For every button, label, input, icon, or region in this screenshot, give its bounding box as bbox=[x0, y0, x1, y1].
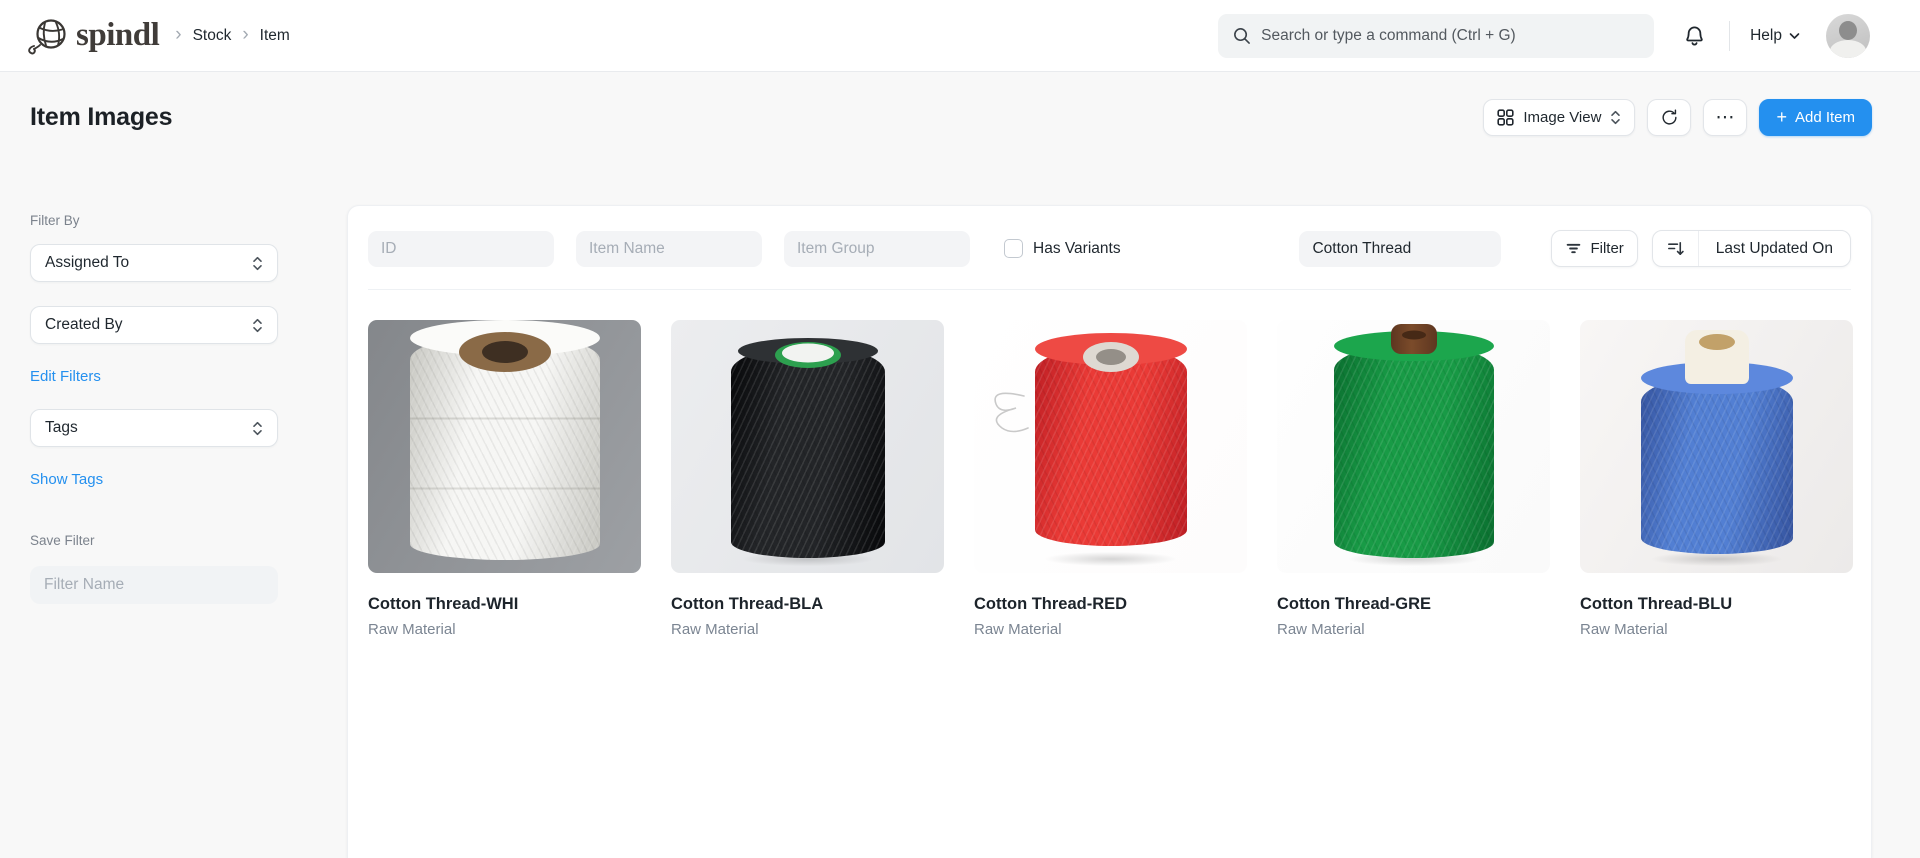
item-card[interactable]: Cotton Thread-GRE Raw Material bbox=[1277, 320, 1550, 638]
sort-by-label: Last Updated On bbox=[1716, 240, 1833, 258]
grid-view-icon bbox=[1497, 109, 1514, 126]
help-label: Help bbox=[1750, 27, 1782, 45]
navbar-divider bbox=[1729, 21, 1730, 51]
spool-core bbox=[459, 332, 551, 372]
filter-by-label: Filter By bbox=[30, 213, 278, 228]
view-switcher-button[interactable]: Image View bbox=[1483, 99, 1635, 136]
item-subtitle: Raw Material bbox=[368, 621, 641, 638]
tags-select[interactable]: Tags bbox=[30, 409, 278, 447]
add-item-label: Add Item bbox=[1795, 109, 1855, 126]
item-title: Cotton Thread-BLA bbox=[671, 595, 944, 614]
item-image bbox=[368, 320, 641, 573]
tags-label: Tags bbox=[45, 419, 78, 437]
item-subtitle: Raw Material bbox=[974, 621, 1247, 638]
add-item-button[interactable]: + Add Item bbox=[1759, 99, 1872, 136]
item-card-grid: Cotton Thread-WHI Raw Material Cotton Th… bbox=[368, 290, 1851, 668]
user-avatar[interactable] bbox=[1826, 14, 1870, 58]
edit-filters-link[interactable]: Edit Filters bbox=[30, 368, 101, 385]
created-by-label: Created By bbox=[45, 316, 123, 334]
id-filter-input[interactable] bbox=[368, 231, 554, 267]
item-card[interactable]: Cotton Thread-RED Raw Material bbox=[974, 320, 1247, 638]
item-name-filter-value-input[interactable] bbox=[1299, 231, 1501, 267]
refresh-icon bbox=[1660, 108, 1679, 127]
sort-descending-icon bbox=[1666, 239, 1685, 258]
item-image bbox=[671, 320, 944, 573]
filter-name-input[interactable] bbox=[30, 566, 278, 604]
spool-core bbox=[1685, 330, 1749, 384]
sort-direction-button[interactable] bbox=[1653, 231, 1699, 266]
unfold-updown-icon bbox=[252, 317, 263, 334]
list-panel: Has Variants Filter bbox=[347, 205, 1872, 858]
created-by-select[interactable]: Created By bbox=[30, 306, 278, 344]
item-image bbox=[1277, 320, 1550, 573]
spool-shadow bbox=[1019, 549, 1203, 569]
item-subtitle: Raw Material bbox=[671, 621, 944, 638]
refresh-button[interactable] bbox=[1647, 99, 1691, 136]
more-options-button[interactable]: ⋯ bbox=[1703, 99, 1747, 136]
yarn-ball-icon bbox=[24, 13, 70, 59]
search-placeholder: Search or type a command (Ctrl + G) bbox=[1261, 27, 1516, 45]
assigned-to-label: Assigned To bbox=[45, 254, 129, 272]
item-group-filter-input[interactable] bbox=[784, 231, 970, 267]
filter-sidebar: Filter By Assigned To Created By Edit Fi… bbox=[30, 205, 278, 858]
search-icon bbox=[1232, 26, 1251, 45]
page-header: Item Images Image View bbox=[30, 72, 1872, 205]
item-title: Cotton Thread-WHI bbox=[368, 595, 641, 614]
item-subtitle: Raw Material bbox=[1580, 621, 1853, 638]
sort-by-button[interactable]: Last Updated On bbox=[1699, 231, 1850, 266]
sort-control: Last Updated On bbox=[1652, 230, 1851, 267]
page-actions: Image View ⋯ + Add Item bbox=[1483, 99, 1872, 136]
breadcrumb-stock[interactable]: Stock bbox=[193, 27, 232, 45]
filter-icon bbox=[1565, 240, 1582, 257]
thread-spool bbox=[1334, 344, 1494, 558]
item-name-filter-input[interactable] bbox=[576, 231, 762, 267]
thread-spool bbox=[1035, 346, 1187, 546]
item-card[interactable]: Cotton Thread-BLU Raw Material bbox=[1580, 320, 1853, 638]
show-tags-link[interactable]: Show Tags bbox=[30, 471, 103, 488]
item-card[interactable]: Cotton Thread-WHI Raw Material bbox=[368, 320, 641, 638]
breadcrumb-item[interactable]: Item bbox=[260, 27, 290, 45]
item-title: Cotton Thread-RED bbox=[974, 595, 1247, 614]
has-variants-checkbox[interactable] bbox=[1004, 239, 1023, 258]
unfold-updown-icon bbox=[252, 420, 263, 437]
bell-icon bbox=[1682, 23, 1707, 48]
global-search-bar[interactable]: Search or type a command (Ctrl + G) bbox=[1218, 14, 1654, 58]
notifications-button[interactable] bbox=[1682, 23, 1707, 48]
spool-core bbox=[775, 342, 841, 368]
plus-icon: + bbox=[1776, 108, 1787, 126]
unfold-updown-icon bbox=[252, 255, 263, 272]
avatar-photo bbox=[1839, 21, 1857, 40]
chevron-right-icon: › bbox=[242, 25, 248, 47]
view-switcher-label: Image View bbox=[1523, 109, 1601, 126]
spool-core bbox=[1391, 324, 1437, 354]
page-title: Item Images bbox=[30, 103, 172, 132]
thread-spool bbox=[1641, 376, 1793, 554]
item-card[interactable]: Cotton Thread-BLA Raw Material bbox=[671, 320, 944, 638]
filter-bar: Has Variants Filter bbox=[368, 206, 1851, 290]
item-title: Cotton Thread-BLU bbox=[1580, 595, 1853, 614]
page: Item Images Image View bbox=[0, 72, 1920, 858]
assigned-to-select[interactable]: Assigned To bbox=[30, 244, 278, 282]
save-filter-label: Save Filter bbox=[30, 533, 278, 548]
spool-core bbox=[1083, 342, 1139, 372]
item-image bbox=[974, 320, 1247, 573]
help-menu[interactable]: Help bbox=[1750, 27, 1800, 45]
chevron-down-icon bbox=[1789, 32, 1800, 40]
thread-spool bbox=[731, 346, 885, 558]
item-title: Cotton Thread-GRE bbox=[1277, 595, 1550, 614]
item-subtitle: Raw Material bbox=[1277, 621, 1550, 638]
unfold-updown-icon bbox=[1610, 109, 1621, 126]
chevron-right-icon: › bbox=[175, 25, 181, 47]
navbar: spindl › Stock › Item Search or type a c… bbox=[0, 0, 1920, 72]
has-variants-label: Has Variants bbox=[1033, 240, 1121, 258]
has-variants-field: Has Variants bbox=[1004, 239, 1121, 258]
filter-button[interactable]: Filter bbox=[1551, 230, 1637, 267]
brand-name: spindl bbox=[76, 17, 159, 54]
app-logo[interactable]: spindl bbox=[24, 13, 159, 59]
item-image bbox=[1580, 320, 1853, 573]
filter-button-label: Filter bbox=[1590, 240, 1623, 257]
ellipsis-icon: ⋯ bbox=[1715, 106, 1735, 129]
breadcrumb: › Stock › Item bbox=[175, 25, 290, 47]
